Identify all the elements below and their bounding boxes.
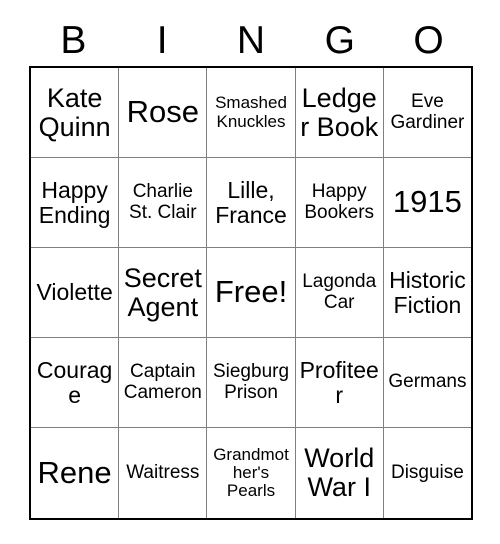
bingo-row: Happy Ending Charlie St. Clair Lille, Fr… <box>31 158 471 248</box>
bingo-cell[interactable]: Waitress <box>119 428 208 518</box>
bingo-cell-label: Waitress <box>126 461 200 483</box>
bingo-cell-label: Siegburg Prison <box>212 361 290 403</box>
bingo-cell-label: 1915 <box>392 184 462 220</box>
bingo-header-letter-g: G <box>324 18 355 62</box>
bingo-cell-label: Lagonda Car <box>302 271 377 313</box>
bingo-cell-label: Smashed Knuckles <box>215 93 287 131</box>
bingo-cell[interactable]: Captain Cameron <box>119 338 208 427</box>
bingo-cell[interactable]: Rose <box>119 68 208 157</box>
bingo-cell[interactable]: Lille, France <box>207 158 296 247</box>
bingo-grid: Kate Quinn Rose Smashed Knuckles Ledger … <box>29 66 473 520</box>
bingo-cell[interactable]: Disguise <box>384 428 471 518</box>
bingo-cell[interactable]: Smashed Knuckles <box>207 68 296 157</box>
bingo-cell[interactable]: Happy Ending <box>31 158 120 247</box>
bingo-cell[interactable]: Charlie St. Clair <box>119 158 208 247</box>
bingo-cell-label: Disguise <box>390 461 464 483</box>
bingo-cell[interactable]: Rene <box>31 428 120 518</box>
bingo-cell[interactable]: Courage <box>31 338 120 427</box>
bingo-cell-label: Germans <box>388 371 467 393</box>
bingo-row: Violette Secret Agent Free! Lagonda Car … <box>31 248 471 338</box>
bingo-cell[interactable]: Eve Gardiner <box>384 68 471 157</box>
bingo-cell-label: World War I <box>304 443 375 502</box>
bingo-cell-free[interactable]: Free! <box>207 248 296 337</box>
bingo-cell[interactable]: Siegburg Prison <box>207 338 296 427</box>
bingo-cell-label: Violette <box>36 279 113 306</box>
bingo-cell-label: Happy Bookers <box>304 181 375 223</box>
bingo-cell[interactable]: Violette <box>31 248 120 337</box>
bingo-cell-label: Grandmother's Pearls <box>213 444 289 500</box>
bingo-cell-label: Profiteer <box>299 357 379 408</box>
bingo-cell[interactable]: World War I <box>296 428 384 518</box>
bingo-cell-label: Lille, France <box>215 177 287 228</box>
bingo-cell-label: Charlie St. Clair <box>129 181 197 223</box>
bingo-cell[interactable]: Happy Bookers <box>296 158 384 247</box>
bingo-cell[interactable]: Secret Agent <box>119 248 208 337</box>
bingo-cell[interactable]: Profiteer <box>296 338 384 427</box>
bingo-cell[interactable]: Kate Quinn <box>31 68 120 157</box>
bingo-cell[interactable]: Ledger Book <box>296 68 384 157</box>
bingo-cell[interactable]: 1915 <box>384 158 471 247</box>
bingo-header-letter-o: O <box>413 18 444 62</box>
bingo-cell-label: Courage <box>36 357 113 408</box>
bingo-cell-label: Free! <box>214 274 288 310</box>
bingo-cell[interactable]: Grandmother's Pearls <box>207 428 296 518</box>
bingo-cell-label: Rene <box>37 454 112 490</box>
bingo-row: Kate Quinn Rose Smashed Knuckles Ledger … <box>31 68 471 158</box>
bingo-cell-label: Rose <box>126 94 199 130</box>
bingo-header-letter-i: I <box>156 18 168 62</box>
bingo-cell-label: Historic Fiction <box>389 267 466 318</box>
bingo-row: Rene Waitress Grandmother's Pearls World… <box>31 428 471 518</box>
bingo-header-letter-b: B <box>60 18 87 62</box>
bingo-header-row: B I N G O <box>29 14 473 66</box>
bingo-card: B I N G O Kate Quinn Rose Smashed Knuckl… <box>29 14 473 520</box>
bingo-cell[interactable]: Lagonda Car <box>296 248 384 337</box>
bingo-cell[interactable]: Germans <box>384 338 471 427</box>
bingo-cell-label: Kate Quinn <box>38 82 111 142</box>
bingo-cell-label: Secret Agent <box>123 262 202 322</box>
bingo-cell-label: Ledger Book <box>300 82 379 142</box>
bingo-cell-label: Happy Ending <box>38 177 111 228</box>
bingo-cell-label: Captain Cameron <box>123 361 202 403</box>
bingo-row: Courage Captain Cameron Siegburg Prison … <box>31 338 471 428</box>
bingo-header-letter-n: N <box>236 18 266 62</box>
bingo-cell[interactable]: Historic Fiction <box>384 248 471 337</box>
bingo-cell-label: Eve Gardiner <box>390 91 465 133</box>
